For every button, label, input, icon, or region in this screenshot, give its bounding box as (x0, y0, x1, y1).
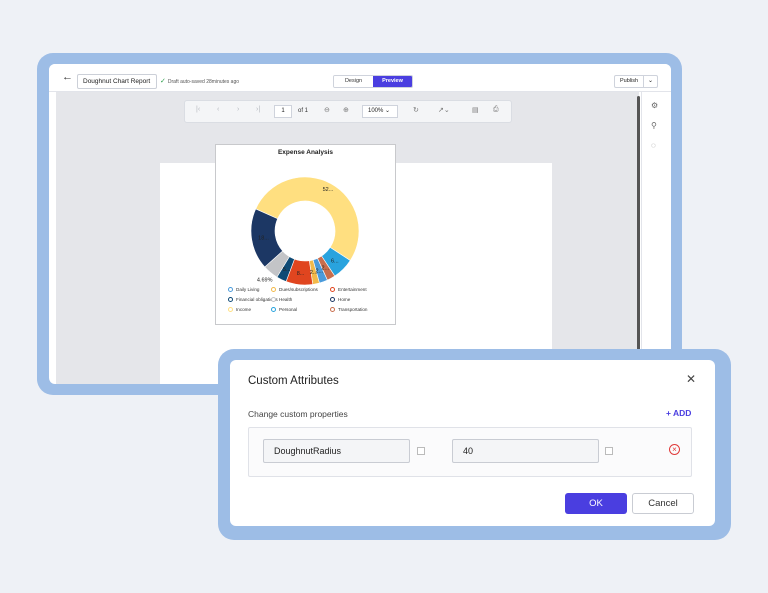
legend-label: Personal (279, 307, 298, 312)
legend-marker-icon (271, 297, 276, 303)
back-arrow-icon[interactable]: ← (62, 71, 73, 83)
chevron-down-icon[interactable]: ⌄ (643, 76, 657, 87)
slice-label: 2... (310, 270, 318, 276)
legend-marker-icon (330, 287, 335, 293)
legend-label: Transportation (338, 307, 368, 312)
legend-label: Income (236, 307, 252, 312)
gear-icon[interactable]: ⚙ (651, 101, 658, 110)
legend-marker-icon (228, 287, 233, 293)
dialog-subtitle: Change custom properties (248, 409, 348, 419)
report-name-field[interactable]: Doughnut Chart Report (77, 74, 157, 89)
publish-button[interactable]: Publish ⌄ (614, 75, 658, 88)
custom-attributes-dialog: Custom Attributes ✕ Change custom proper… (230, 360, 715, 526)
attribute-value-input[interactable]: 40 (452, 439, 599, 463)
close-icon[interactable]: ✕ (686, 372, 696, 386)
legend-marker-icon (330, 307, 335, 313)
tab-design[interactable]: Design (334, 76, 373, 87)
attribute-name-input[interactable]: DoughnutRadius (263, 439, 410, 463)
right-rail: ⚙ ⚲ ◌ (641, 92, 671, 384)
tab-preview[interactable]: Preview (373, 76, 412, 87)
legend-item[interactable]: Entertainment (330, 287, 367, 293)
export-icon[interactable]: ↗⌄ (438, 106, 450, 114)
print-icon[interactable]: ⎙ (493, 106, 499, 114)
slice-label: 18... (258, 235, 269, 241)
autosave-status: ✓ Draft auto-saved 28minutes ago (160, 77, 239, 85)
dialog-title: Custom Attributes (248, 375, 339, 387)
search-icon[interactable]: ⚲ (651, 121, 657, 130)
slice-label: 5... (283, 267, 291, 273)
legend-item[interactable]: Daily Living (228, 287, 260, 293)
first-page-icon[interactable]: |‹ (196, 106, 200, 113)
chart-container: Expense Analysis 52... 6... 2... 2... 2... 8.… (215, 144, 396, 325)
legend-item[interactable]: Transportation (330, 307, 368, 313)
previous-page-icon[interactable]: ‹ (217, 106, 219, 113)
vertical-scrollbar[interactable] (637, 96, 640, 358)
slice-label: 52... (323, 187, 334, 193)
page-count: of 1 (298, 108, 309, 114)
last-page-icon[interactable]: ›| (256, 106, 260, 113)
zoom-in-icon[interactable]: ⊕ (343, 106, 349, 114)
zoom-value: 100% (368, 108, 384, 114)
print-layout-icon[interactable]: ▤ (472, 106, 479, 114)
legend-marker-icon (271, 287, 276, 293)
ok-button[interactable]: OK (565, 493, 627, 514)
legend-label: Home (338, 297, 351, 302)
legend-item[interactable]: Personal (271, 307, 298, 313)
check-icon: ✓ (160, 78, 166, 85)
zoom-out-icon[interactable]: ⊖ (324, 106, 330, 114)
legend-item[interactable]: Dues/subscriptions (271, 287, 318, 293)
add-attribute-button[interactable]: + ADD (666, 408, 691, 418)
legend-label: Daily Living (236, 287, 260, 292)
publish-label: Publish (620, 78, 639, 84)
legend-item[interactable]: Income (228, 307, 252, 313)
next-page-icon[interactable]: › (237, 106, 239, 113)
legend-marker-icon (330, 297, 335, 303)
legend-marker-icon (228, 307, 233, 313)
page-number-input[interactable]: 1 (274, 105, 292, 118)
legend-marker-icon (271, 307, 276, 313)
legend-item[interactable]: Home (330, 297, 351, 303)
refresh-icon[interactable]: ↻ (413, 106, 419, 114)
legend-item[interactable]: Health (271, 297, 293, 303)
cancel-button[interactable]: Cancel (632, 493, 694, 514)
attribute-name-checkbox[interactable] (417, 447, 425, 455)
attribute-value-checkbox[interactable] (605, 447, 613, 455)
remove-attribute-icon[interactable]: × (669, 444, 680, 455)
attribute-row: DoughnutRadius 40 × (248, 427, 692, 477)
legend-label: Dues/subscriptions (279, 287, 318, 292)
slice-label: 6... (331, 259, 339, 265)
zoom-select[interactable]: 100% ⌄ (362, 105, 398, 118)
legend-label: Health (279, 297, 293, 302)
mode-switch: Design Preview (333, 75, 413, 88)
legend-marker-icon (228, 297, 233, 303)
gauge-icon[interactable]: ◌ (651, 141, 656, 150)
slice-label: 8... (297, 271, 305, 277)
designer-topbar: ← Doughnut Chart Report ✓ Draft auto-save… (49, 64, 671, 92)
legend-label: Entertainment (338, 287, 367, 292)
slice-label: 4.69% (257, 277, 273, 283)
autosave-text: Draft auto-saved 28minutes ago (167, 79, 240, 85)
viewer-toolbar: |‹ ‹ › ›| 1 of 1 ⊖ ⊕ 100% ⌄ ↻ ↗⌄ ▤ ⎙ (184, 100, 512, 123)
